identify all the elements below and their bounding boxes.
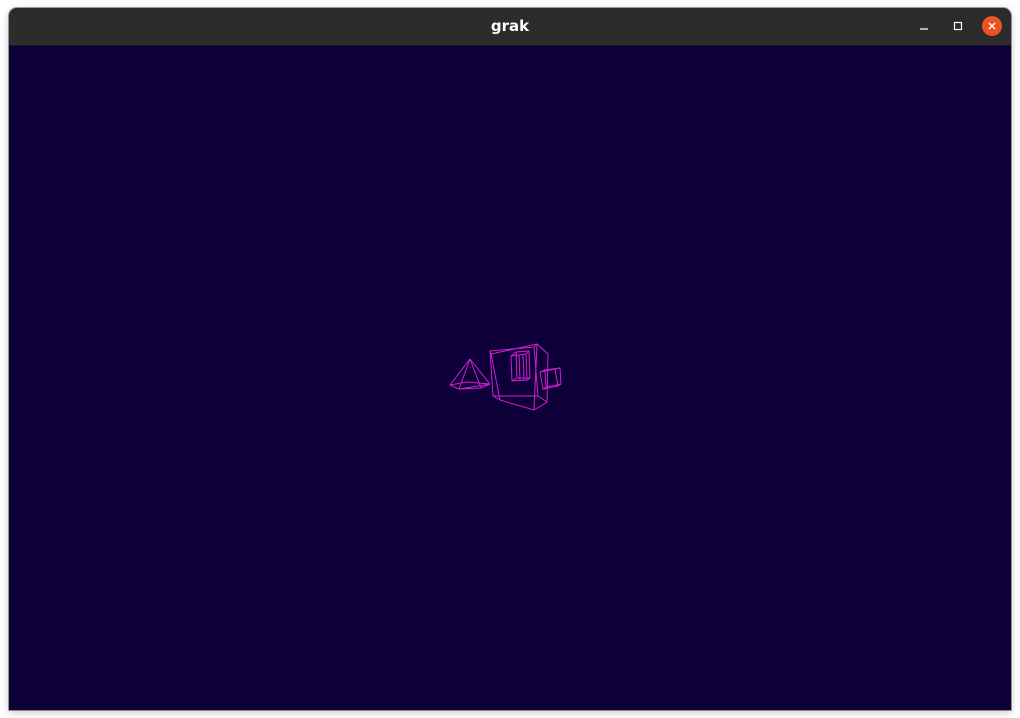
- render-canvas[interactable]: [9, 46, 1011, 710]
- wireframe-scene: [449, 343, 562, 411]
- wireframe-small-cube: [539, 367, 562, 390]
- wireframe-pyramid: [449, 358, 491, 390]
- maximize-button[interactable]: [948, 16, 968, 36]
- maximize-icon: [953, 21, 963, 31]
- minimize-button[interactable]: [914, 16, 934, 36]
- close-icon: [988, 22, 996, 30]
- app-window: grak: [9, 8, 1011, 710]
- close-button[interactable]: [982, 16, 1002, 36]
- wireframe-inner-box: [510, 350, 531, 382]
- window-title: grak: [490, 17, 530, 35]
- minimize-icon: [920, 28, 928, 30]
- wireframe-cube: [489, 343, 549, 411]
- title-bar[interactable]: grak: [9, 8, 1011, 46]
